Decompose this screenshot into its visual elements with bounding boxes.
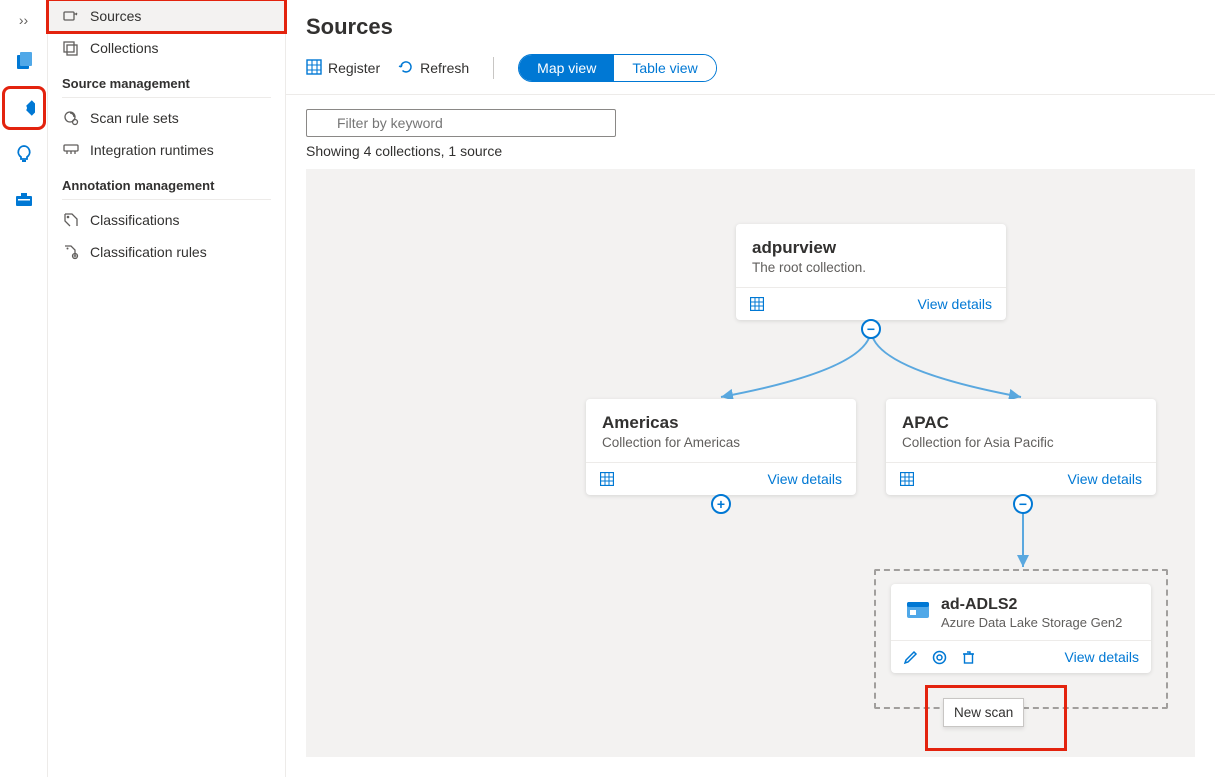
node-subtitle: The root collection. — [752, 260, 990, 275]
sidebar-item-integration-runtimes[interactable]: Integration runtimes — [48, 134, 285, 166]
view-details-link[interactable]: View details — [768, 471, 842, 487]
classification-rules-icon — [62, 244, 80, 260]
collection-node-root[interactable]: adpurview The root collection. View deta… — [736, 224, 1006, 320]
grid-icon[interactable] — [900, 472, 914, 486]
sidebar-header-source-management: Source management — [48, 64, 285, 97]
sidebar-item-label: Classifications — [90, 212, 179, 228]
refresh-button[interactable]: Refresh — [398, 59, 469, 78]
collapse-button[interactable]: − — [861, 319, 881, 339]
view-details-link[interactable]: View details — [918, 296, 992, 312]
divider — [62, 199, 271, 200]
view-toggle: Map view Table view — [518, 54, 717, 82]
node-title: APAC — [902, 413, 1140, 433]
refresh-icon — [398, 59, 414, 78]
refresh-label: Refresh — [420, 60, 469, 76]
expand-button[interactable]: + — [711, 494, 731, 514]
classifications-icon — [62, 212, 80, 228]
collapse-button[interactable]: − — [1013, 494, 1033, 514]
view-details-link[interactable]: View details — [1068, 471, 1142, 487]
sidebar-item-label: Collections — [90, 40, 158, 56]
nav-rail: ›› — [0, 0, 48, 777]
sidebar-header-annotation-management: Annotation management — [48, 166, 285, 199]
runtime-icon — [62, 142, 80, 158]
rail-management-icon[interactable] — [6, 182, 42, 218]
source-node-adls2[interactable]: ad-ADLS2 Azure Data Lake Storage Gen2 — [891, 584, 1151, 673]
sidebar-item-classifications[interactable]: Classifications — [48, 204, 285, 236]
toolbar: Register Refresh Map view Table view — [286, 50, 1215, 95]
delete-icon[interactable] — [961, 650, 976, 665]
node-title: adpurview — [752, 238, 990, 258]
collection-node-americas[interactable]: Americas Collection for Americas View de… — [586, 399, 856, 495]
main-content: Sources Register Refresh Map view Table … — [286, 0, 1215, 777]
sidebar-item-label: Integration runtimes — [90, 142, 214, 158]
status-line: Showing 4 collections, 1 source — [286, 143, 1215, 169]
sidebar-item-sources[interactable]: Sources — [48, 0, 285, 32]
node-title: Americas — [602, 413, 840, 433]
edit-icon[interactable] — [903, 650, 918, 665]
separator — [493, 57, 494, 79]
filter-row — [286, 95, 1215, 143]
divider — [62, 97, 271, 98]
sidebar-item-classification-rules[interactable]: Classification rules — [48, 236, 285, 268]
tooltip-new-scan: New scan — [943, 698, 1024, 727]
register-label: Register — [328, 60, 380, 76]
map-canvas[interactable]: adpurview The root collection. View deta… — [306, 169, 1195, 757]
source-subtitle: Azure Data Lake Storage Gen2 — [941, 615, 1122, 630]
storage-icon — [905, 596, 931, 630]
source-title: ad-ADLS2 — [941, 596, 1122, 614]
rail-data-catalog-icon[interactable] — [6, 44, 42, 80]
sidebar: Sources Collections Source management Sc… — [48, 0, 286, 777]
filter-input[interactable] — [306, 109, 616, 137]
sidebar-item-label: Sources — [90, 8, 141, 24]
sources-icon — [62, 8, 80, 24]
rail-data-map-icon[interactable] — [6, 90, 42, 126]
table-view-tab[interactable]: Table view — [614, 55, 715, 81]
page-title: Sources — [286, 0, 1215, 50]
sidebar-item-scan-rule-sets[interactable]: Scan rule sets — [48, 102, 285, 134]
grid-icon — [306, 59, 322, 78]
collection-node-apac[interactable]: APAC Collection for Asia Pacific View de… — [886, 399, 1156, 495]
view-details-link[interactable]: View details — [1065, 649, 1139, 665]
map-view-tab[interactable]: Map view — [519, 55, 614, 81]
new-scan-icon[interactable] — [932, 650, 947, 665]
node-subtitle: Collection for Americas — [602, 435, 840, 450]
collections-icon — [62, 40, 80, 56]
grid-icon[interactable] — [600, 472, 614, 486]
expand-rail-button[interactable]: ›› — [19, 6, 28, 34]
scan-rule-icon — [62, 110, 80, 126]
sidebar-item-label: Classification rules — [90, 244, 207, 260]
sidebar-item-label: Scan rule sets — [90, 110, 179, 126]
sidebar-item-collections[interactable]: Collections — [48, 32, 285, 64]
register-button[interactable]: Register — [306, 59, 380, 78]
node-subtitle: Collection for Asia Pacific — [902, 435, 1140, 450]
grid-icon[interactable] — [750, 297, 764, 311]
rail-insights-icon[interactable] — [6, 136, 42, 172]
